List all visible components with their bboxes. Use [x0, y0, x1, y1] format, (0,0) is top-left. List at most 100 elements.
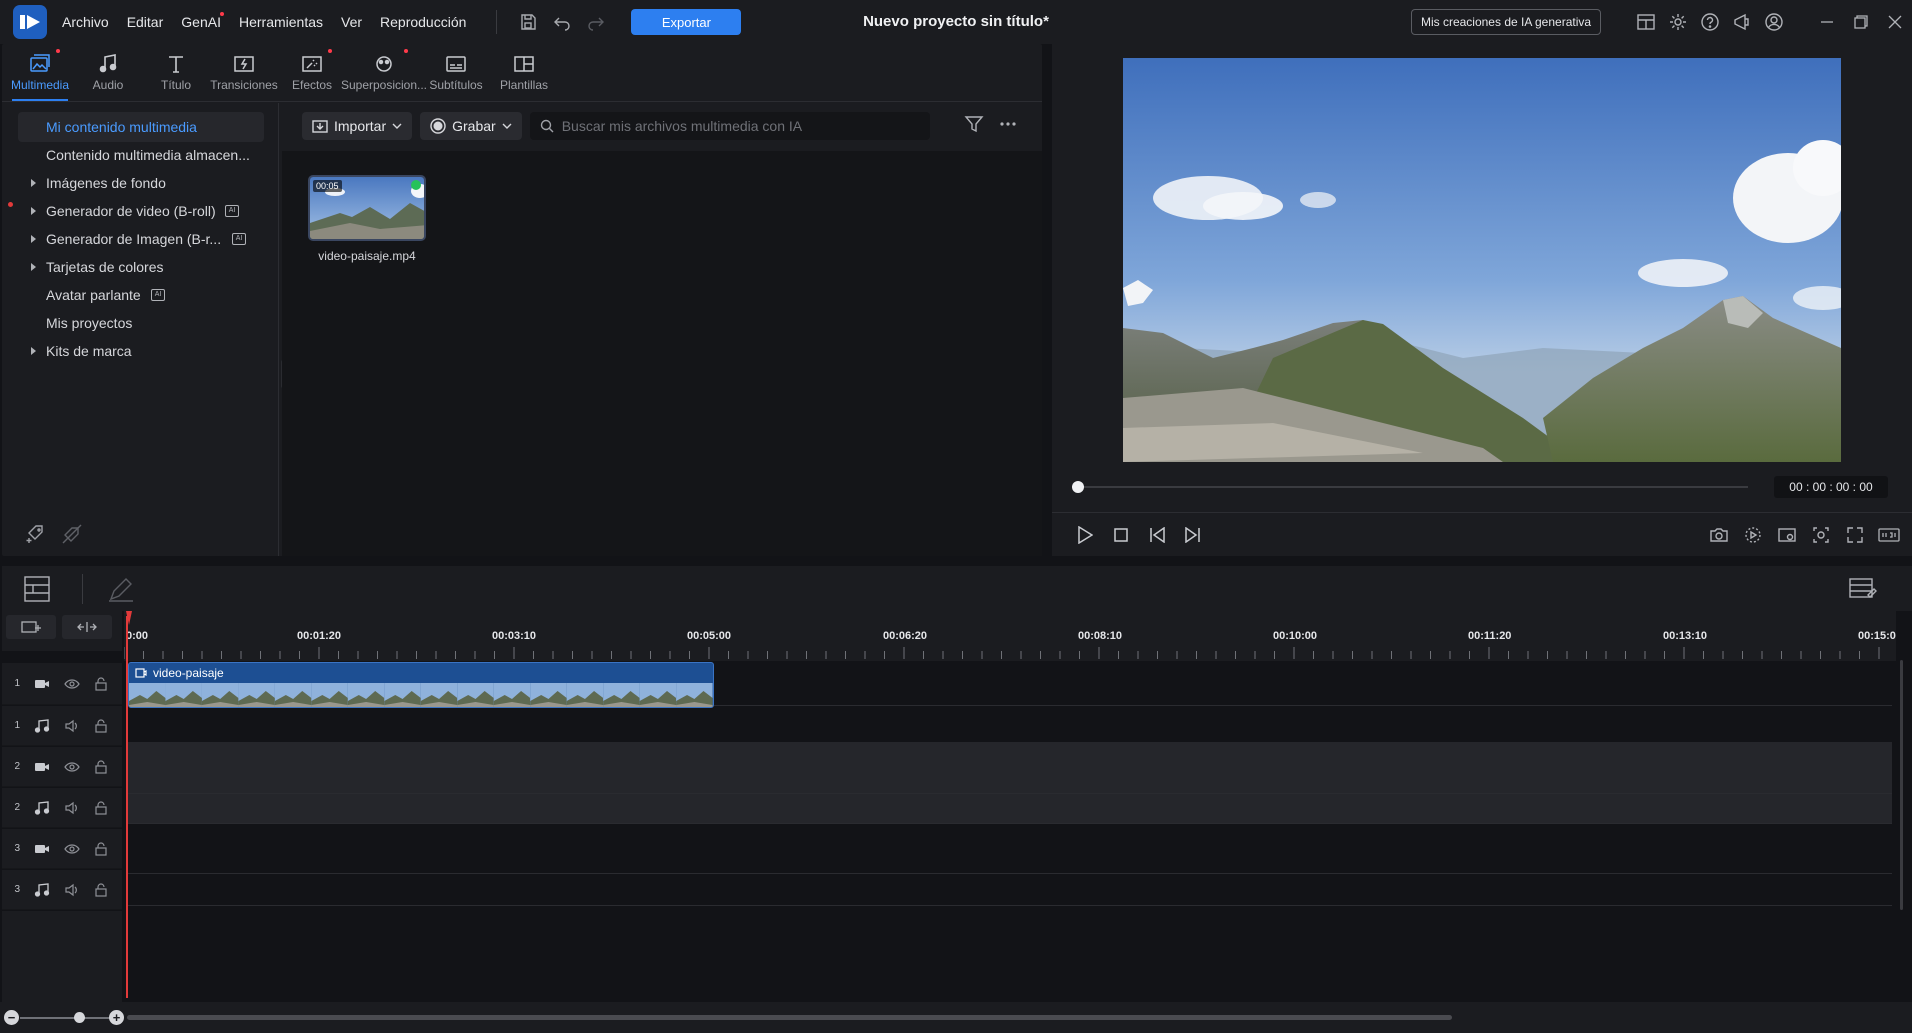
speaker-volume-icon[interactable] — [64, 801, 80, 815]
tree-item-generador-video[interactable]: Generador de video (B-roll) AI — [18, 196, 264, 226]
zoom-preview-icon[interactable] — [1808, 523, 1834, 547]
save-icon[interactable] — [511, 6, 545, 38]
tree-item-mis-proyectos[interactable]: Mis proyectos — [18, 308, 264, 338]
aspect-ratio-icon[interactable] — [1876, 523, 1902, 547]
timeline-clip[interactable]: video-paisaje — [128, 662, 714, 708]
unlock-icon[interactable] — [94, 800, 108, 815]
eye-visibility-icon[interactable] — [64, 678, 80, 690]
export-button[interactable]: Exportar — [631, 9, 742, 35]
account-icon[interactable] — [1758, 6, 1790, 38]
tab-label: Multimedia — [10, 78, 70, 92]
menu-editar[interactable]: Editar — [127, 14, 164, 30]
snapshot-camera-icon[interactable] — [1706, 523, 1732, 547]
speaker-volume-icon[interactable] — [64, 719, 80, 733]
add-tag-icon[interactable] — [26, 524, 46, 544]
expand-arrow-icon[interactable] — [31, 235, 36, 243]
expand-arrow-icon[interactable] — [31, 179, 36, 187]
tab-multimedia[interactable]: Multimedia — [6, 44, 74, 101]
tab-superposiciones[interactable]: Superposicion... — [341, 44, 427, 101]
search-input[interactable] — [561, 118, 902, 134]
tab-transiciones[interactable]: Transiciones — [210, 44, 278, 101]
notifications-icon[interactable] — [1726, 6, 1758, 38]
help-icon[interactable] — [1694, 6, 1726, 38]
zoom-in-icon[interactable]: + — [109, 1010, 124, 1025]
preview-scrubber[interactable] — [1078, 486, 1748, 488]
zoom-slider-handle[interactable] — [74, 1012, 85, 1023]
redo-icon[interactable] — [579, 6, 613, 38]
eye-visibility-icon[interactable] — [64, 761, 80, 773]
add-track-icon[interactable] — [6, 615, 56, 639]
fullscreen-icon[interactable] — [1842, 523, 1868, 547]
tab-audio[interactable]: Audio — [74, 44, 142, 101]
more-options-icon[interactable] — [998, 114, 1018, 134]
vertical-scrollbar[interactable] — [1900, 660, 1903, 910]
expand-arrow-icon[interactable] — [31, 347, 36, 355]
tree-item-generador-imagen[interactable]: Generador de Imagen (B-r... AI — [18, 224, 264, 254]
menu-archivo[interactable]: Archivo — [62, 14, 109, 30]
zoom-slider-track[interactable] — [20, 1017, 110, 1019]
media-thumbnail[interactable]: 00:05 — [308, 175, 426, 241]
undo-icon[interactable] — [545, 6, 579, 38]
unlock-icon[interactable] — [94, 841, 108, 856]
import-dropdown[interactable]: Importar — [302, 112, 413, 140]
tab-plantillas[interactable]: Plantillas — [490, 44, 558, 101]
playhead-line[interactable] — [126, 616, 128, 998]
speaker-volume-icon[interactable] — [64, 883, 80, 897]
filmstrip-frame — [238, 683, 275, 707]
search-box[interactable] — [529, 112, 930, 140]
next-frame-icon[interactable] — [1180, 523, 1206, 547]
timeline-ruler[interactable]: 0:00 00:01:20 00:03:10 00:05:00 00:06:20… — [124, 611, 1896, 661]
track-lane-video-2[interactable] — [126, 742, 1892, 794]
restore-icon[interactable] — [1844, 0, 1878, 44]
timeline-mode-icon[interactable] — [20, 572, 54, 606]
unlock-icon[interactable] — [94, 676, 108, 691]
play-icon[interactable] — [1072, 523, 1098, 547]
playback-quality-icon[interactable] — [1740, 523, 1766, 547]
track-lane-audio-1[interactable] — [126, 706, 1892, 747]
unlock-icon[interactable] — [94, 718, 108, 733]
track-lane-audio-2[interactable] — [126, 794, 1892, 824]
genai-creations-button[interactable]: Mis creaciones de IA generativa — [1411, 9, 1601, 35]
horizontal-scrollbar[interactable] — [127, 1015, 1452, 1020]
filmstrip-frame — [420, 683, 458, 707]
minimize-icon[interactable] — [1810, 0, 1844, 44]
unlock-icon[interactable] — [94, 882, 108, 897]
tree-item-kits-marca[interactable]: Kits de marca — [18, 336, 264, 366]
track-lane-audio-3[interactable] — [126, 874, 1892, 906]
record-dropdown[interactable]: Grabar — [420, 112, 522, 140]
remove-tag-icon[interactable] — [62, 524, 82, 544]
close-icon[interactable] — [1878, 0, 1912, 44]
unlock-icon[interactable] — [94, 759, 108, 774]
settings-gear-icon[interactable] — [1662, 6, 1694, 38]
timeline-settings-icon[interactable] — [1846, 572, 1880, 606]
menu-ver[interactable]: Ver — [341, 14, 362, 30]
expand-arrow-icon[interactable] — [31, 207, 36, 215]
tree-item-mi-contenido[interactable]: Mi contenido multimedia — [18, 112, 264, 142]
filter-icon[interactable] — [964, 114, 984, 134]
tree-footer — [26, 524, 82, 544]
edit-pen-icon[interactable] — [104, 572, 138, 606]
tree-item-tarjetas-colores[interactable]: Tarjetas de colores — [18, 252, 264, 282]
fit-timeline-icon[interactable] — [62, 615, 112, 639]
templates-icon — [514, 56, 534, 72]
tab-subtitulos[interactable]: Subtítulos — [422, 44, 490, 101]
track-number: 1 — [14, 720, 20, 731]
tree-item-avatar-parlante[interactable]: Avatar parlante AI — [18, 280, 264, 310]
scrubber-handle[interactable] — [1072, 481, 1084, 493]
tab-titulo[interactable]: Título — [142, 44, 210, 101]
stop-icon[interactable] — [1108, 523, 1134, 547]
eye-visibility-icon[interactable] — [64, 843, 80, 855]
tree-item-imagenes-fondo[interactable]: Imágenes de fondo — [18, 168, 264, 198]
filmstrip-frame — [347, 683, 385, 707]
zoom-out-icon[interactable]: − — [4, 1010, 19, 1025]
previous-frame-icon[interactable] — [1144, 523, 1170, 547]
tab-efectos[interactable]: Efectos — [278, 44, 346, 101]
track-lane-video-3[interactable] — [126, 824, 1892, 874]
expand-arrow-icon[interactable] — [31, 263, 36, 271]
menu-genai[interactable]: GenAI — [181, 12, 224, 30]
layout-icon[interactable] — [1630, 6, 1662, 38]
menu-reproduccion[interactable]: Reproducción — [380, 14, 466, 30]
display-settings-icon[interactable] — [1774, 523, 1800, 547]
menu-herramientas[interactable]: Herramientas — [239, 14, 323, 30]
tree-item-almacenado[interactable]: Contenido multimedia almacen... — [18, 140, 264, 170]
